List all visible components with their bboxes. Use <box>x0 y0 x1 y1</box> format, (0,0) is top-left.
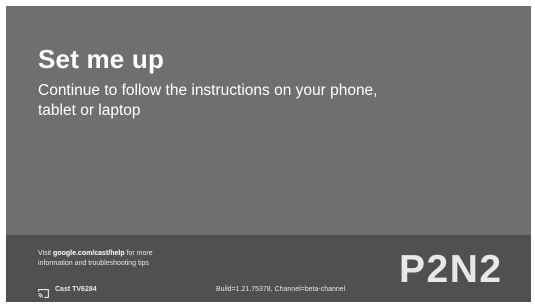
help-prefix: Visit <box>38 250 54 257</box>
help-text: Visit google.com/cast/help for more info… <box>38 249 178 268</box>
device-info: Cast TV6284 <box>38 284 97 298</box>
device-name: Cast TV6284 <box>55 286 97 293</box>
footer-bar: Visit google.com/cast/help for more info… <box>6 235 531 302</box>
help-link: google.com/cast/help <box>53 250 125 257</box>
setup-instructions: Continue to follow the instructions on y… <box>38 82 378 119</box>
page-title: Set me up <box>38 44 165 74</box>
build-info: Build=1.21.75378, Channel=beta-channel <box>216 286 346 293</box>
setup-panel: Set me up Continue to follow the instruc… <box>6 6 531 235</box>
cast-icon <box>38 285 49 298</box>
setup-code: P2N2 <box>399 248 503 291</box>
cast-setup-screen: Set me up Continue to follow the instruc… <box>6 6 531 302</box>
